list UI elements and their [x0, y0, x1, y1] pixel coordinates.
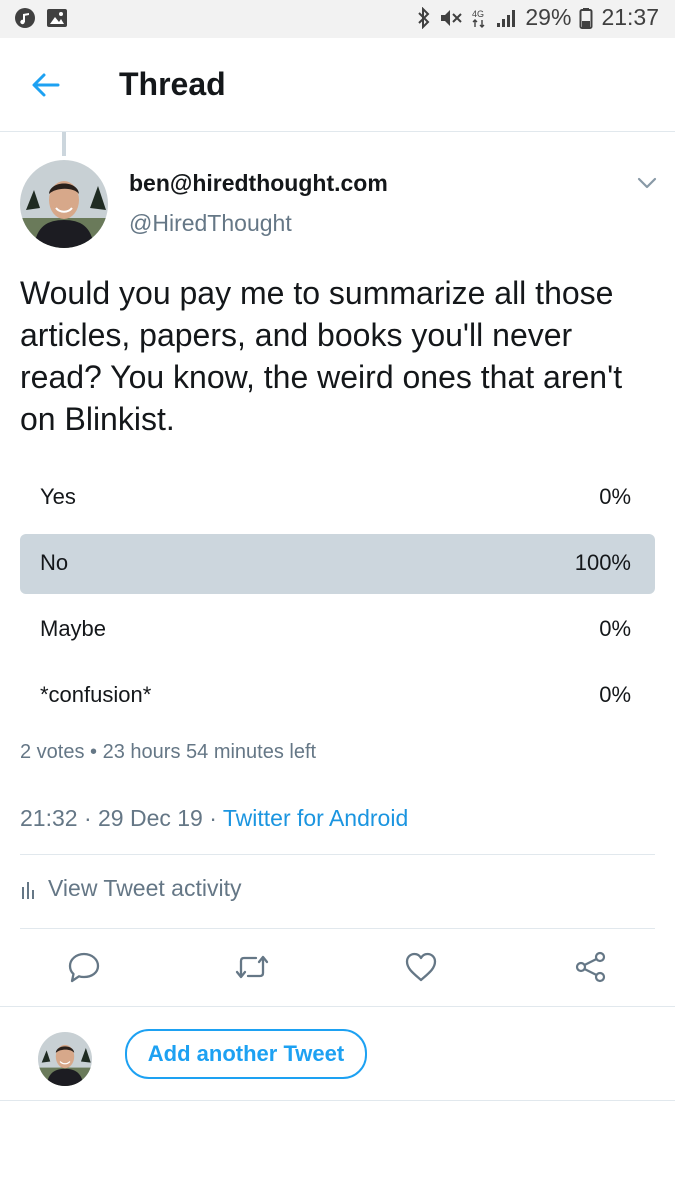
poll-option: Yes 0% [20, 468, 655, 528]
view-tweet-activity-link[interactable]: View Tweet activity [20, 875, 241, 902]
poll-meta: 2 votes • 23 hours 54 minutes left [20, 741, 316, 764]
poll-bar [20, 534, 655, 594]
retweet-icon[interactable] [235, 950, 269, 984]
poll-option: Maybe 0% [20, 600, 655, 660]
page-title: Thread [119, 66, 226, 102]
tweet-source-link[interactable]: Twitter for Android [223, 805, 408, 831]
poll-option: *confusion* 0% [20, 666, 655, 726]
reply-icon[interactable] [67, 950, 101, 984]
avatar-photo [20, 160, 108, 248]
4g-data-icon: 4G [472, 9, 485, 28]
battery-icon [579, 7, 593, 29]
poll-option-percent: 0% [599, 616, 631, 641]
tweet-timestamp-row: 21:32 · 29 Dec 19 · Twitter for Android [20, 805, 408, 832]
like-icon[interactable] [404, 950, 438, 984]
poll-option-label: No [40, 550, 69, 575]
analytics-icon [22, 881, 34, 899]
status-left-icons [14, 7, 68, 29]
mute-icon [441, 9, 463, 26]
poll-option: No 100% [20, 534, 655, 594]
clock: 21:37 [601, 4, 659, 30]
poll: Yes 0% No 100% Maybe 0% *confusion* 0% [20, 468, 655, 732]
author-display-name[interactable]: ben@hiredthought.com [129, 170, 388, 197]
author-handle[interactable]: @HiredThought [129, 210, 292, 237]
poll-separator: • [90, 741, 98, 763]
current-user-avatar[interactable] [38, 1032, 92, 1086]
avatar-photo [38, 1032, 92, 1086]
tweet-timestamp: 21:32 · 29 Dec 19 · [20, 805, 223, 831]
status-right-icons: 4G 29% 21:37 [417, 4, 659, 31]
share-icon[interactable] [574, 950, 608, 984]
divider [0, 1100, 675, 1101]
poll-time-left: 23 hours 54 minutes left [102, 741, 317, 763]
tweet-text: Would you pay me to summarize all those … [20, 275, 623, 437]
status-bar: 4G 29% 21:37 [0, 0, 675, 38]
music-notification-icon [15, 8, 35, 28]
svg-text:4G: 4G [472, 9, 484, 19]
bluetooth-icon [418, 6, 430, 29]
signal-icon [497, 9, 516, 27]
divider [20, 854, 655, 855]
chevron-down-icon[interactable] [636, 176, 658, 190]
poll-option-percent: 0% [599, 682, 631, 707]
view-tweet-activity-label: View Tweet activity [48, 875, 242, 901]
header: Thread [0, 38, 675, 132]
poll-option-label: Yes [40, 484, 76, 509]
thread-connector-line [62, 132, 66, 156]
avatar[interactable] [20, 160, 108, 248]
poll-option-percent: 100% [574, 550, 631, 575]
divider [20, 928, 655, 929]
poll-option-percent: 0% [599, 484, 631, 509]
poll-option-label: *confusion* [40, 682, 152, 707]
tweet-actions [0, 930, 675, 1007]
poll-vote-count: 2 votes [20, 741, 85, 763]
poll-option-label: Maybe [40, 616, 107, 641]
battery-percent: 29% [525, 4, 572, 30]
add-another-tweet-button[interactable]: Add another Tweet [125, 1029, 367, 1079]
back-arrow-icon[interactable] [30, 70, 62, 100]
gallery-notification-icon [47, 9, 67, 27]
